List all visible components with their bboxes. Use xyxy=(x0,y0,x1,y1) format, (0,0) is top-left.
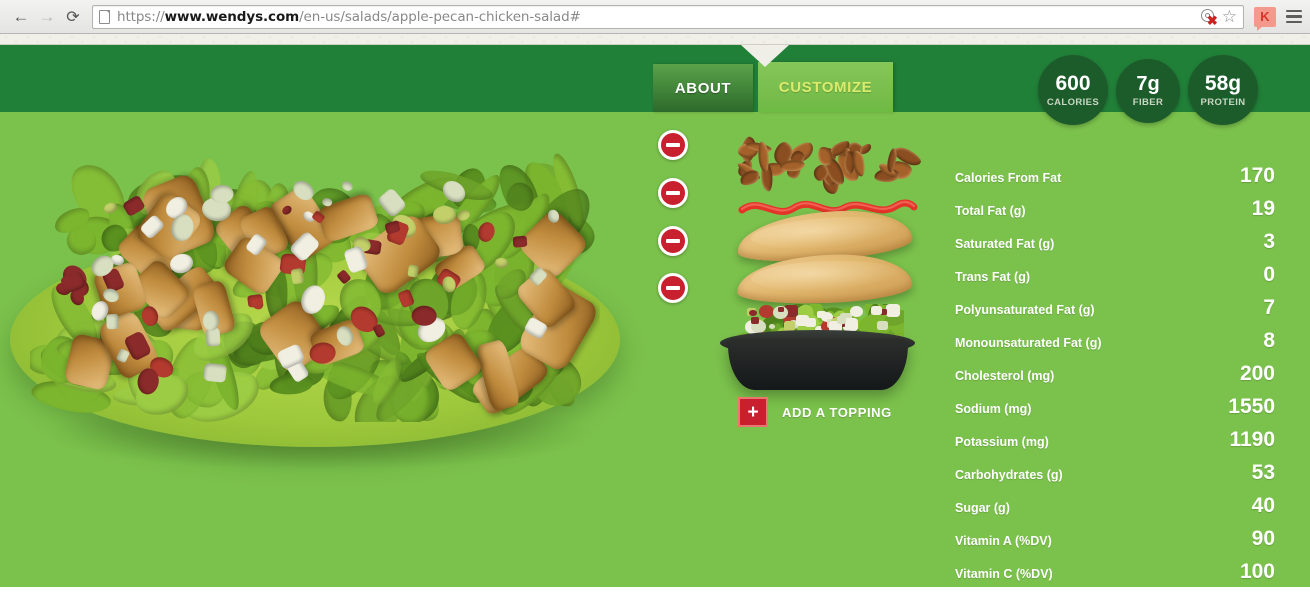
nutrition-row: Saturated Fat (g) 3 xyxy=(955,230,1275,263)
tab-customize[interactable]: CUSTOMIZE xyxy=(758,62,893,112)
nutrition-label: Potassium (mg) xyxy=(955,435,1049,449)
star-icon[interactable]: ☆ xyxy=(1222,8,1237,25)
nutrition-value: 100 xyxy=(1239,560,1275,583)
topping-layer-pecans[interactable] xyxy=(735,135,923,195)
remove-topping-dressing[interactable] xyxy=(658,178,688,208)
remove-topping-chicken-bottom[interactable] xyxy=(658,273,688,303)
nutrition-row: Polyunsaturated Fat (g) 7 xyxy=(955,296,1275,329)
nutrition-value: 3 xyxy=(1263,230,1275,253)
nutrition-row: Sugar (g) 40 xyxy=(955,494,1275,527)
url-text: https://www.wendys.com/en-us/salads/appl… xyxy=(117,8,581,25)
add-topping-label: ADD A TOPPING xyxy=(782,404,892,420)
nutrition-value: 8 xyxy=(1263,329,1275,352)
reload-icon[interactable]: ⟳ xyxy=(60,4,86,30)
nutrition-facts-list: Calories From Fat 170 Total Fat (g) 19 Satur… xyxy=(955,164,1275,593)
badge-protein: 58g PROTEIN xyxy=(1188,55,1258,125)
badge-protein-label: PROTEIN xyxy=(1200,96,1246,108)
nutrition-row: Trans Fat (g) 0 xyxy=(955,263,1275,296)
page-top-texture-strip xyxy=(0,34,1310,45)
nutrition-row: Sodium (mg) 1550 xyxy=(955,395,1275,428)
badge-calories-label: CALORIES xyxy=(1046,96,1100,108)
extension-badge-k[interactable]: K xyxy=(1254,6,1276,31)
nutrition-label: Sugar (g) xyxy=(955,501,1010,515)
badge-calories-value: 600 xyxy=(1055,71,1091,95)
add-topping-control[interactable]: + ADD A TOPPING xyxy=(738,397,892,427)
nutrition-value: 53 xyxy=(1251,461,1275,484)
nutrition-row: Potassium (mg) 1190 xyxy=(955,428,1275,461)
browser-toolbar: ← → ⟳ https://www.wendys.com/en-us/salad… xyxy=(0,0,1310,34)
tab-about[interactable]: ABOUT xyxy=(653,64,753,112)
salad-hero-image xyxy=(0,112,640,512)
nutrition-label: Monounsaturated Fat (g) xyxy=(955,336,1102,350)
badge-fiber-value: 7g xyxy=(1136,73,1160,95)
nutrition-row: Total Fat (g) 19 xyxy=(955,197,1275,230)
topping-layer-salad-bowl[interactable] xyxy=(720,300,915,390)
nutrition-value: 1190 xyxy=(1229,428,1275,451)
nutrition-row: Carbohydrates (g) 53 xyxy=(955,461,1275,494)
nutrition-badges: 600 CALORIES 7g FIBER 58g PROTEIN xyxy=(1038,55,1258,125)
plus-icon[interactable]: + xyxy=(738,397,768,427)
tab-customize-label: CUSTOMIZE xyxy=(778,78,873,96)
nutrition-row: Vitamin A (%DV) 90 xyxy=(955,527,1275,560)
forward-arrow-icon[interactable]: → xyxy=(34,4,60,30)
address-bar[interactable]: https://www.wendys.com/en-us/salads/appl… xyxy=(92,4,1244,29)
main-content: + ADD A TOPPING Calories From Fat 170 Tota… xyxy=(0,112,1310,587)
badge-calories: 600 CALORIES xyxy=(1038,55,1108,125)
nutrition-value: 7 xyxy=(1263,296,1275,319)
blocked-content-icon[interactable]: ✖ xyxy=(1200,8,1218,27)
nutrition-label: Vitamin C (%DV) xyxy=(955,567,1053,581)
nutrition-row: Calories From Fat 170 xyxy=(955,164,1275,197)
remove-topping-pecans[interactable] xyxy=(658,130,688,160)
nutrition-row: Vitamin C (%DV) 100 xyxy=(955,560,1275,593)
topping-builder: + ADD A TOPPING xyxy=(640,112,940,587)
nutrition-label: Trans Fat (g) xyxy=(955,270,1031,284)
hamburger-menu-icon[interactable] xyxy=(1286,9,1302,24)
nutrition-value: 90 xyxy=(1251,527,1275,550)
nutrition-label: Cholesterol (mg) xyxy=(955,369,1055,383)
header-notch xyxy=(741,45,789,67)
badge-protein-value: 58g xyxy=(1204,71,1242,95)
nutrition-label: Vitamin A (%DV) xyxy=(955,534,1052,548)
document-icon xyxy=(99,9,110,24)
nutrition-value: 40 xyxy=(1251,494,1275,517)
nutrition-value: 200 xyxy=(1239,362,1275,385)
nutrition-value: 19 xyxy=(1251,197,1275,220)
nutrition-value: 0 xyxy=(1263,263,1275,286)
tab-about-label: ABOUT xyxy=(674,79,732,97)
nutrition-label: Polyunsaturated Fat (g) xyxy=(955,303,1095,317)
nutrition-label: Carbohydrates (g) xyxy=(955,468,1063,482)
nutrition-row: Cholesterol (mg) 200 xyxy=(955,362,1275,395)
nutrition-label: Total Fat (g) xyxy=(955,204,1026,218)
nutrition-row: Monounsaturated Fat (g) 8 xyxy=(955,329,1275,362)
badge-fiber-label: FIBER xyxy=(1132,97,1164,108)
nutrition-value: 170 xyxy=(1239,164,1275,187)
nutrition-value: 1550 xyxy=(1228,395,1275,418)
nutrition-label: Sodium (mg) xyxy=(955,402,1032,416)
nutrition-label: Saturated Fat (g) xyxy=(955,237,1055,251)
nutrition-label: Calories From Fat xyxy=(955,171,1062,185)
remove-topping-chicken-top[interactable] xyxy=(658,226,688,256)
back-arrow-icon[interactable]: ← xyxy=(8,4,34,30)
badge-fiber: 7g FIBER xyxy=(1116,59,1180,123)
